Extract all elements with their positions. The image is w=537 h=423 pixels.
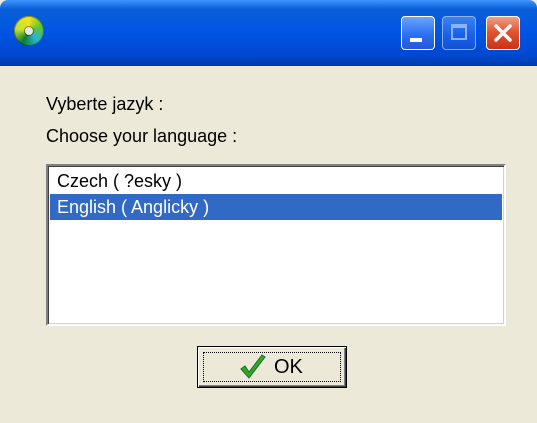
ok-button-label: OK [274,356,303,378]
maximize-button [442,16,476,50]
close-button[interactable] [486,16,520,50]
list-item-english[interactable]: English ( Anglicky ) [50,194,502,220]
minimize-icon [410,38,422,42]
language-dialog: Vyberte jazyk : Choose your language : C… [0,0,537,423]
cd-disc-icon[interactable] [14,16,44,46]
checkmark-icon [240,354,266,379]
maximize-icon [451,24,467,40]
language-listbox[interactable]: Czech ( ?esky ) English ( Anglicky ) [46,164,506,326]
minimize-button[interactable] [401,16,435,50]
dialog-body: Vyberte jazyk : Choose your language : C… [0,66,537,423]
close-icon [494,24,512,42]
ok-button[interactable]: OK [197,346,347,388]
focus-rectangle [203,352,341,382]
prompt-czech: Vyberte jazyk : [46,94,164,114]
prompt-english: Choose your language : [46,126,238,146]
title-bar[interactable] [0,0,537,66]
list-item-czech[interactable]: Czech ( ?esky ) [50,168,502,194]
